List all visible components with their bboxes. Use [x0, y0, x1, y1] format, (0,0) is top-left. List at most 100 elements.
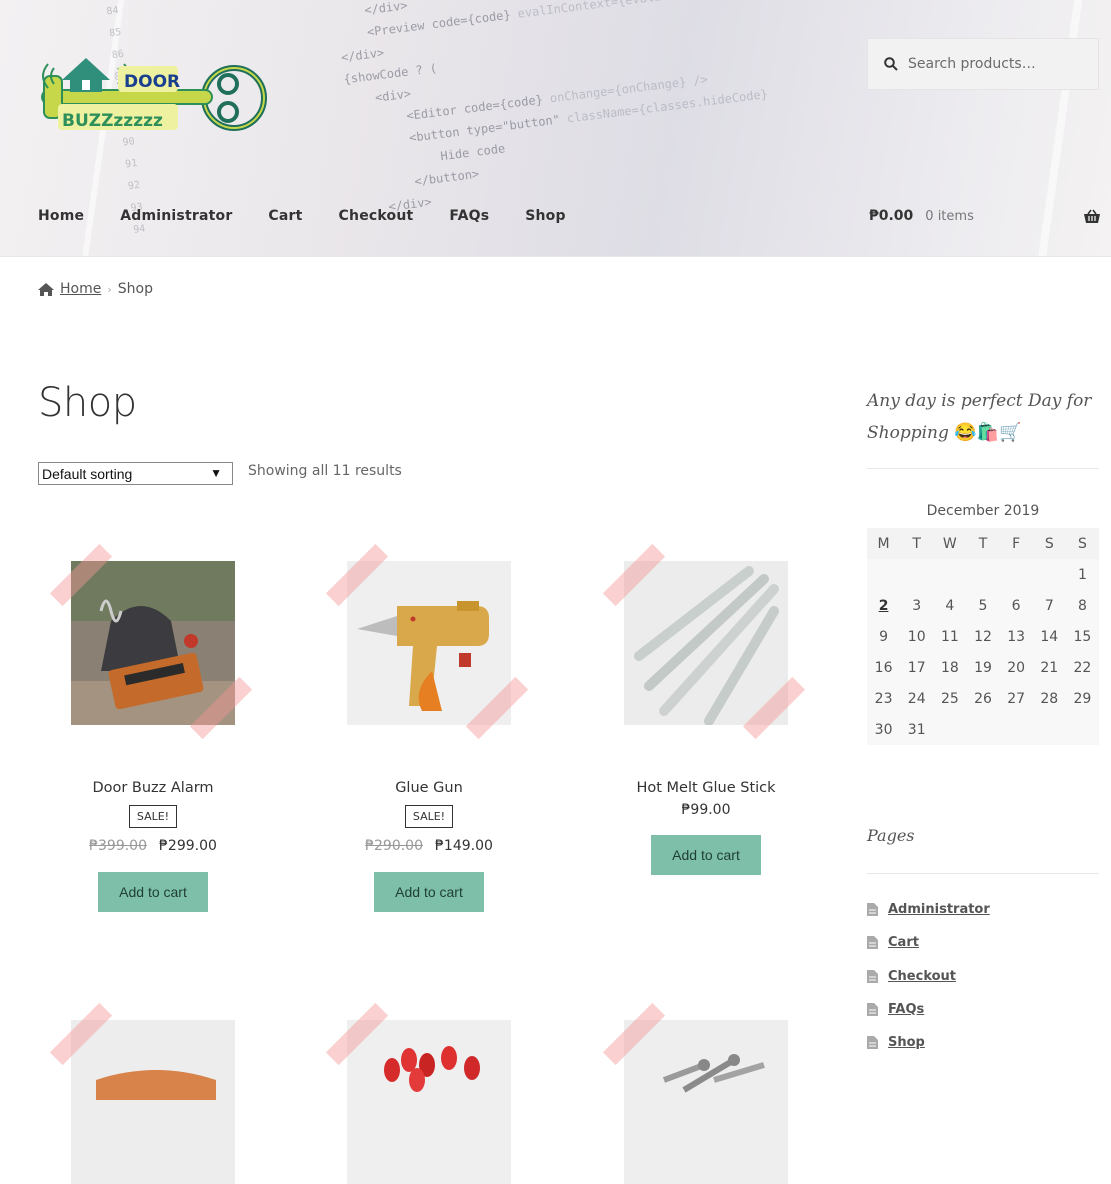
calendar-day: 19	[966, 652, 1000, 683]
header-cart[interactable]: ₱0.00 0 items	[869, 208, 1101, 224]
calendar-day: 11	[933, 621, 967, 652]
calendar-week: 30 31	[867, 714, 1099, 745]
calendar-week: 23 24 25 26 27 28 29	[867, 683, 1099, 714]
calendar-day: 20	[999, 652, 1033, 683]
calendar-day: 3	[900, 590, 934, 621]
sorting-select[interactable]: Default sorting ▼	[38, 462, 233, 485]
product-card	[38, 1002, 268, 1184]
product-image[interactable]	[602, 543, 806, 740]
calendar-day: 27	[999, 683, 1033, 714]
old-price: ₱399.00	[89, 838, 147, 854]
product-image[interactable]	[49, 1002, 235, 1184]
calendar-day: 26	[966, 683, 1000, 714]
list-item: FAQs	[867, 993, 990, 1026]
calendar-day: 13	[999, 621, 1033, 652]
calendar-week: 16 17 18 19 20 21 22	[867, 652, 1099, 683]
breadcrumb-home[interactable]: Home	[60, 281, 101, 297]
calendar-empty-cell	[1032, 559, 1066, 590]
calendar-day: 18	[933, 652, 967, 683]
product-image[interactable]	[325, 1002, 511, 1184]
nav-shop[interactable]: Shop	[525, 208, 566, 224]
nav-faqs[interactable]: FAQs	[449, 208, 489, 224]
page-link-cart[interactable]: Cart	[888, 935, 919, 950]
calendar-empty-cell	[999, 559, 1033, 590]
list-item: Cart	[867, 926, 990, 959]
calendar-week: 2345678	[867, 590, 1099, 621]
calendar-day: 29	[1065, 683, 1099, 714]
calendar-widget: December 2019 MTWTFSS 1 2 3 4 5 6 7 8 9 10 11 12 13 1…	[867, 503, 1099, 745]
calendar-caption: December 2019	[926, 503, 1040, 519]
breadcrumb-current: Shop	[117, 281, 153, 297]
calendar-day: 7	[1032, 590, 1066, 621]
sale-badge: SALE!	[404, 805, 454, 828]
calendar-day-header: S	[1032, 528, 1066, 559]
sale-price: ₱299.00	[159, 838, 217, 854]
sale-badge: SALE!	[128, 805, 178, 828]
list-item: Checkout	[867, 960, 990, 993]
product-image[interactable]	[325, 543, 529, 740]
tagline-emojis: 😂🛍️🛒	[954, 422, 1022, 443]
product-image[interactable]	[49, 543, 253, 740]
add-to-cart-button[interactable]: Add to cart	[374, 872, 484, 912]
document-icon	[867, 903, 878, 917]
page-link-administrator[interactable]: Administrator	[888, 902, 990, 917]
calendar-day-header: F	[999, 528, 1033, 559]
pages-widget-title: Pages	[867, 826, 915, 845]
calendar-day-link[interactable]: 2	[867, 590, 901, 621]
calendar-empty-cell	[999, 714, 1033, 745]
product-card	[591, 1002, 821, 1184]
product-card	[314, 1002, 544, 1184]
page-link-faqs[interactable]: FAQs	[888, 1002, 924, 1017]
search-input[interactable]	[906, 55, 1090, 73]
breadcrumb: Home › Shop	[38, 281, 153, 297]
site-logo[interactable]: DOOR BUZZzzzzz	[38, 46, 268, 150]
calendar-empty-cell	[867, 559, 901, 590]
document-icon	[867, 1036, 878, 1050]
page-link-checkout[interactable]: Checkout	[888, 969, 956, 984]
list-item: Shop	[867, 1026, 990, 1059]
calendar-day: 23	[867, 683, 901, 714]
calendar-day: 10	[900, 621, 934, 652]
product-name[interactable]: Hot Melt Glue Stick	[591, 780, 821, 796]
calendar-day: 28	[1032, 683, 1066, 714]
nav-cart[interactable]: Cart	[268, 208, 302, 224]
document-icon	[867, 936, 878, 950]
product-name[interactable]: Door Buzz Alarm	[38, 780, 268, 796]
calendar-empty-cell	[900, 559, 934, 590]
calendar-day: 31	[900, 714, 934, 745]
calendar-day: 5	[966, 590, 1000, 621]
product-image[interactable]	[602, 1002, 788, 1184]
add-to-cart-button[interactable]: Add to cart	[651, 835, 761, 875]
calendar-day: 9	[867, 621, 901, 652]
nav-home[interactable]: Home	[38, 208, 84, 224]
search-icon	[884, 57, 898, 71]
product-price: ₱399.00 ₱299.00	[38, 838, 268, 854]
sidebar-divider	[867, 468, 1099, 469]
page-link-shop[interactable]: Shop	[888, 1035, 925, 1050]
basket-icon	[1084, 209, 1100, 223]
dropdown-arrow-icon: ▼	[210, 466, 222, 480]
calendar-day: 4	[933, 590, 967, 621]
result-count: Showing all 11 results	[248, 463, 402, 479]
nav-checkout[interactable]: Checkout	[339, 208, 414, 224]
product-card: Hot Melt Glue Stick ₱99.00 Add to cart	[591, 543, 821, 875]
product-price: ₱99.00	[681, 802, 731, 818]
calendar-day-header: M	[867, 528, 901, 559]
calendar-day: 22	[1065, 652, 1099, 683]
nav-administrator[interactable]: Administrator	[120, 208, 232, 224]
calendar-day: 8	[1065, 590, 1099, 621]
calendar-day: 6	[999, 590, 1033, 621]
calendar-day-header: W	[933, 528, 967, 559]
old-price: ₱290.00	[365, 838, 423, 854]
sale-price: ₱149.00	[435, 838, 493, 854]
calendar-week: 9 10 11 12 13 14 15	[867, 621, 1099, 652]
product-name[interactable]: Glue Gun	[314, 780, 544, 796]
add-to-cart-button[interactable]: Add to cart	[98, 872, 208, 912]
sidebar-tagline: Any day is perfect Day for Shopping 😂🛍️🛒	[867, 386, 1107, 449]
logo-text-buzz: BUZZzzzzz	[62, 111, 163, 131]
calendar-empty-cell	[966, 714, 1000, 745]
product-card: Door Buzz Alarm SALE! ₱399.00 ₱299.00 Add…	[38, 543, 268, 912]
product-search[interactable]	[867, 38, 1099, 90]
site-header: 8485868788899091929394 }) </div> <Previe…	[0, 0, 1111, 257]
list-item: Administrator	[867, 893, 990, 926]
